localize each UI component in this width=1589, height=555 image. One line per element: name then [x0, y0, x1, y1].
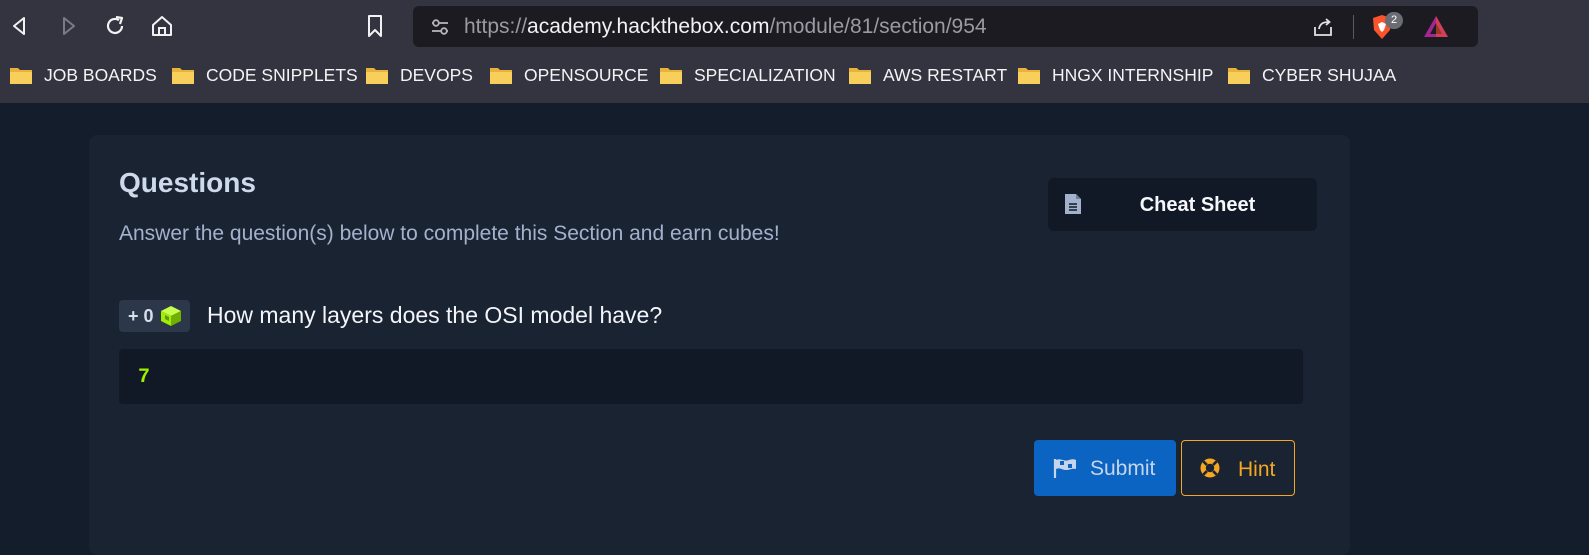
folder-icon: [1228, 68, 1250, 84]
folder-icon: [1018, 68, 1040, 84]
bookmark-page-button[interactable]: [362, 13, 388, 39]
answer-value: 7: [138, 366, 151, 389]
hint-label: Hint: [1238, 458, 1276, 481]
forward-button[interactable]: [55, 13, 81, 39]
folder-icon: [366, 68, 388, 84]
reload-button[interactable]: [102, 13, 128, 39]
bookmark-folder[interactable]: HNGX INTERNSHIP: [1017, 63, 1213, 87]
bookmark-label: AWS RESTART: [883, 64, 1008, 85]
reward-count: + 0: [128, 305, 154, 326]
back-icon: [13, 17, 25, 35]
flag-icon: [1053, 459, 1076, 478]
bookmark-folder[interactable]: AWS RESTART: [848, 63, 1007, 87]
shields-count-badge: 2: [1385, 12, 1403, 29]
bookmark-folder[interactable]: CODE SNIPPLETS: [171, 63, 358, 87]
home-icon: [152, 16, 172, 36]
question-text: How many layers does the OSI model have?: [207, 302, 663, 328]
reward-badge: + 0: [119, 300, 190, 332]
answer-input[interactable]: 7: [119, 349, 1303, 404]
browser-chrome: https://academy.hackthebox.com/module/81…: [0, 0, 1589, 103]
address-bar[interactable]: https://academy.hackthebox.com/module/81…: [413, 6, 1478, 47]
forward-icon: [63, 17, 75, 35]
bookmark-folder[interactable]: CYBER SHUJAA: [1227, 63, 1396, 87]
bookmark-label: CYBER SHUJAA: [1262, 64, 1397, 85]
bookmark-label: JOB BOARDS: [44, 64, 157, 85]
questions-title: Questions: [119, 167, 256, 198]
questions-card: Questions Answer the question(s) below t…: [89, 135, 1350, 555]
bookmark-folder[interactable]: OPENSOURCE: [489, 63, 648, 87]
cheat-sheet-label: Cheat Sheet: [1139, 194, 1256, 216]
bookmark-folder[interactable]: DEVOPS: [365, 63, 473, 87]
folder-icon: [10, 68, 32, 84]
share-icon[interactable]: [1311, 15, 1335, 39]
folder-icon: [849, 68, 871, 84]
folder-icon: [490, 68, 512, 84]
url-text[interactable]: https://academy.hackthebox.com/module/81…: [464, 15, 987, 39]
bookmark-folder[interactable]: SPECIALIZATION: [659, 63, 836, 87]
home-button[interactable]: [149, 13, 175, 39]
lifebuoy-icon: [1200, 458, 1220, 478]
url-host: academy.hackthebox.com: [527, 15, 770, 38]
bookmark-label: CODE SNIPPLETS: [206, 64, 358, 85]
questions-subtitle: Answer the question(s) below to complete…: [119, 222, 780, 245]
cheat-sheet-button[interactable]: Cheat Sheet: [1048, 178, 1317, 231]
bookmark-icon: [368, 15, 382, 37]
site-settings-icon[interactable]: [429, 16, 451, 38]
bookmarks-bar: JOB BOARDS CODE SNIPPLETS DEVOPS OPENSOU…: [0, 58, 1589, 92]
bookmark-label: DEVOPS: [400, 64, 473, 85]
submit-button[interactable]: Submit: [1034, 440, 1176, 496]
back-button[interactable]: [7, 13, 33, 39]
bookmark-folder[interactable]: JOB BOARDS: [9, 63, 157, 87]
folder-icon: [660, 68, 682, 84]
submit-label: Submit: [1090, 457, 1156, 480]
address-bar-divider: [1353, 15, 1354, 39]
reload-icon: [106, 15, 124, 35]
hint-button[interactable]: Hint: [1181, 440, 1295, 496]
brave-rewards-icon[interactable]: [1422, 14, 1450, 40]
url-scheme: https://: [464, 15, 528, 38]
cube-icon: [160, 306, 181, 326]
bookmark-label: OPENSOURCE: [524, 64, 649, 85]
folder-icon: [172, 68, 194, 84]
bookmark-label: SPECIALIZATION: [694, 64, 836, 85]
url-path: /module/81/section/954: [769, 15, 987, 38]
bookmark-label: HNGX INTERNSHIP: [1052, 64, 1214, 85]
